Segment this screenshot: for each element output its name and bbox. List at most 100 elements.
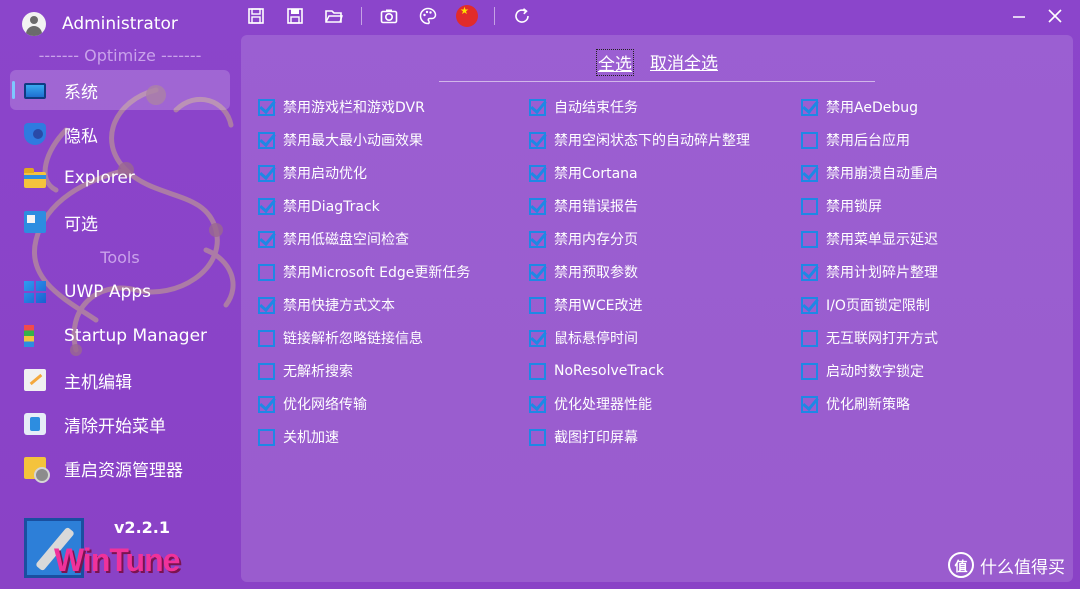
option-item[interactable]: 优化网络传输 [258,393,367,415]
sidebar-item-startup-manager[interactable]: Startup Manager [10,316,230,356]
option-item[interactable]: 禁用内存分页 [529,228,638,250]
option-label: 无解析搜索 [283,364,353,380]
option-item[interactable]: 禁用游戏栏和游戏DVR [258,96,425,118]
option-item[interactable]: 禁用错误报告 [529,195,638,217]
option-item[interactable]: 禁用最大最小动画效果 [258,129,423,151]
option-item[interactable]: 无互联网打开方式 [801,327,938,349]
option-label: 禁用游戏栏和游戏DVR [283,100,425,116]
option-item[interactable]: 禁用DiagTrack [258,195,380,217]
option-checkbox[interactable] [801,164,818,182]
option-item[interactable]: 禁用WCE改进 [529,294,642,316]
option-checkbox[interactable] [801,197,818,215]
sidebar-item-privacy[interactable]: 隐私 [10,114,230,154]
option-checkbox[interactable] [529,230,546,248]
minimize-icon [1013,16,1025,18]
user-profile[interactable]: Administrator [22,10,178,38]
option-checkbox[interactable] [529,428,546,446]
close-button[interactable] [1040,4,1070,28]
refresh-button[interactable] [510,5,534,27]
option-item[interactable]: 链接解析忽略链接信息 [258,327,423,349]
option-item[interactable]: 关机加速 [258,426,339,448]
option-checkbox[interactable] [258,428,275,446]
wintune-window: Administrator ------- Optimize ------- 系… [0,0,1080,589]
option-item[interactable]: 禁用后台应用 [801,129,910,151]
option-checkbox[interactable] [529,296,546,314]
option-checkbox[interactable] [529,98,546,116]
option-item[interactable]: NoResolveTrack [529,360,664,382]
option-checkbox[interactable] [258,362,275,380]
sidebar-item-clear-start-menu[interactable]: 清除开始菜单 [10,404,230,444]
sidebar-item-label: UWP Apps [64,282,151,302]
option-item[interactable]: 启动时数字锁定 [801,360,924,382]
option-checkbox[interactable] [258,197,275,215]
option-checkbox[interactable] [801,395,818,413]
open-button[interactable] [322,5,346,27]
theme-button[interactable] [416,5,440,27]
option-item[interactable]: 禁用低磁盘空间检查 [258,228,409,250]
option-checkbox[interactable] [258,230,275,248]
option-item[interactable]: 优化处理器性能 [529,393,652,415]
watermark-badge: 值 [948,552,974,578]
option-checkbox[interactable] [801,329,818,347]
option-checkbox[interactable] [801,131,818,149]
option-item[interactable]: 截图打印屏幕 [529,426,638,448]
option-item[interactable]: 禁用空闲状态下的自动碎片整理 [529,129,750,151]
language-button[interactable] [455,5,479,27]
option-label: 禁用低磁盘空间检查 [283,232,409,248]
option-item[interactable]: 禁用启动优化 [258,162,367,184]
option-checkbox[interactable] [529,395,546,413]
option-checkbox[interactable] [529,164,546,182]
option-item[interactable]: 禁用Microsoft Edge更新任务 [258,261,470,283]
option-label: 鼠标悬停时间 [554,331,638,347]
minimize-button[interactable] [1004,4,1034,28]
divider [439,81,875,82]
save-as-icon [287,8,303,24]
option-checkbox[interactable] [529,131,546,149]
option-checkbox[interactable] [801,296,818,314]
option-item[interactable]: 鼠标悬停时间 [529,327,638,349]
option-checkbox[interactable] [258,329,275,347]
refresh-icon [515,8,529,23]
option-checkbox[interactable] [258,296,275,314]
sidebar-item-system[interactable]: 系统 [10,70,230,110]
option-item[interactable]: 自动结束任务 [529,96,638,118]
option-checkbox[interactable] [529,263,546,281]
option-item[interactable]: 禁用锁屏 [801,195,882,217]
option-checkbox[interactable] [801,263,818,281]
screenshot-button[interactable] [377,5,401,27]
option-checkbox[interactable] [258,263,275,281]
option-checkbox[interactable] [801,362,818,380]
select-all-link[interactable]: 全选 [596,49,634,76]
option-checkbox[interactable] [258,131,275,149]
option-checkbox[interactable] [529,362,546,380]
sidebar-item-restart-explorer[interactable]: 重启资源管理器 [10,448,230,488]
save-button[interactable] [244,5,268,27]
option-item[interactable]: 无解析搜索 [258,360,353,382]
option-checkbox[interactable] [258,395,275,413]
option-item[interactable]: 禁用计划碎片整理 [801,261,938,283]
option-item[interactable]: 禁用Cortana [529,162,638,184]
option-item[interactable]: 禁用AeDebug [801,96,918,118]
deselect-all-link[interactable]: 取消全选 [650,49,718,76]
sidebar-item-explorer[interactable]: Explorer [10,158,230,198]
option-item[interactable]: 优化刷新策略 [801,393,910,415]
option-checkbox[interactable] [529,329,546,347]
option-checkbox[interactable] [258,164,275,182]
save-as-button[interactable] [283,5,307,27]
option-item[interactable]: I/O页面锁定限制 [801,294,930,316]
option-label: 禁用Microsoft Edge更新任务 [283,265,471,281]
option-item[interactable]: 禁用预取参数 [529,261,638,283]
monitor-icon [24,83,46,99]
option-checkbox[interactable] [801,230,818,248]
option-checkbox[interactable] [258,98,275,116]
option-label: 禁用错误报告 [554,199,638,215]
selection-links: 全选 取消全选 [241,49,1073,76]
sidebar-item-uwp-apps[interactable]: UWP Apps [10,272,230,312]
option-item[interactable]: 禁用快捷方式文本 [258,294,395,316]
sidebar-item-hosts-edit[interactable]: 主机编辑 [10,360,230,400]
option-checkbox[interactable] [529,197,546,215]
option-checkbox[interactable] [801,98,818,116]
option-item[interactable]: 禁用菜单显示延迟 [801,228,938,250]
sidebar-item-optional[interactable]: 可选 [10,202,230,242]
option-item[interactable]: 禁用崩溃自动重启 [801,162,938,184]
